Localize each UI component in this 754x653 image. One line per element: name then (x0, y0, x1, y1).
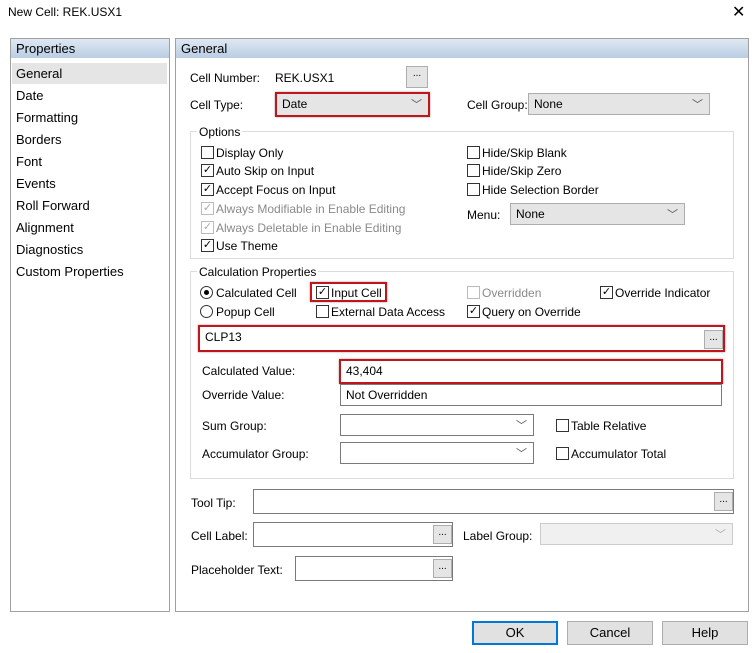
display-only-label: Display Only (216, 146, 284, 160)
hide-skip-zero-checkbox[interactable] (467, 164, 480, 177)
cell-label-input[interactable] (253, 522, 453, 547)
popup-cell-label: Popup Cell (216, 305, 275, 319)
placeholder-browse-button[interactable]: ... (433, 559, 452, 578)
window-title: New Cell: REK.USX1 (8, 5, 123, 19)
sidebar-item-date[interactable]: Date (12, 85, 167, 106)
cancel-button[interactable]: Cancel (567, 621, 653, 645)
sidebar-item-font[interactable]: Font (12, 151, 167, 172)
use-theme-label: Use Theme (216, 239, 278, 253)
override-value: Not Overridden (346, 388, 428, 402)
sum-group-label: Sum Group: (202, 419, 267, 433)
hide-selection-border-checkbox[interactable] (467, 183, 480, 196)
ok-button[interactable]: OK (472, 621, 558, 645)
display-only-checkbox[interactable] (201, 146, 214, 159)
cell-number-browse-button[interactable]: ... (406, 66, 428, 88)
accumulator-group-label: Accumulator Group: (202, 447, 309, 461)
sidebar-item-general[interactable]: General (12, 63, 167, 84)
cell-type-value: Date (282, 97, 308, 111)
formula-browse-button[interactable]: ... (704, 330, 723, 349)
accept-focus-checkbox[interactable]: ✓ (201, 183, 214, 196)
sidebar-item-diagnostics[interactable]: Diagnostics (12, 239, 167, 260)
cell-label-label: Cell Label: (191, 529, 248, 543)
cell-type-select[interactable]: Date ﹀ (275, 92, 430, 117)
sidebar-item-alignment[interactable]: Alignment (12, 217, 167, 238)
placeholder-text-input[interactable] (295, 556, 453, 581)
cell-group-value: None (534, 97, 563, 111)
hide-skip-zero-label: Hide/Skip Zero (482, 164, 562, 178)
formula-value: CLP13 (205, 330, 242, 344)
chevron-down-icon: ﹀ (516, 448, 527, 460)
use-theme-checkbox[interactable]: ✓ (201, 239, 214, 252)
overridden-label: Overridden (482, 286, 542, 300)
sidebar-item-roll-forward[interactable]: Roll Forward (12, 195, 167, 216)
tool-tip-input[interactable] (253, 489, 734, 514)
hide-skip-blank-label: Hide/Skip Blank (482, 146, 567, 160)
cell-type-label: Cell Type: (190, 98, 244, 112)
input-cell-label: Input Cell (331, 286, 382, 300)
sidebar-item-events[interactable]: Events (12, 173, 167, 194)
panel-header: General (176, 39, 748, 58)
chevron-down-icon: ﹀ (667, 209, 678, 221)
placeholder-text-label: Placeholder Text: (191, 563, 283, 577)
override-value-field[interactable]: Not Overridden (340, 384, 722, 406)
accumulator-group-select[interactable]: ﹀ (340, 442, 534, 464)
label-group-label: Label Group: (463, 529, 533, 543)
auto-skip-label: Auto Skip on Input (216, 164, 315, 178)
cell-label-browse-button[interactable]: ... (433, 525, 452, 544)
hide-selection-border-label: Hide Selection Border (482, 183, 599, 197)
calculated-value: 43,404 (346, 364, 383, 378)
override-indicator-label: Override Indicator (615, 286, 711, 300)
tool-tip-label: Tool Tip: (191, 496, 236, 510)
tool-tip-browse-button[interactable]: ... (714, 492, 733, 511)
chevron-down-icon: ﹀ (516, 420, 527, 432)
chevron-down-icon: ﹀ (715, 529, 726, 541)
always-modifiable-checkbox: ✓ (201, 202, 214, 215)
external-data-checkbox[interactable] (316, 305, 329, 318)
accumulator-total-label: Accumulator Total (571, 447, 667, 461)
auto-skip-checkbox[interactable]: ✓ (201, 164, 214, 177)
input-cell-checkbox[interactable]: ✓ (316, 286, 329, 299)
sidebar-item-custom-properties[interactable]: Custom Properties (12, 261, 167, 282)
label-group-select: ﹀ (540, 523, 733, 545)
calculated-cell-radio[interactable] (200, 286, 213, 299)
calculated-value-field: 43,404 (339, 359, 723, 384)
hide-skip-blank-checkbox[interactable] (467, 146, 480, 159)
sidebar-item-formatting[interactable]: Formatting (12, 107, 167, 128)
cell-number-label: Cell Number: (190, 71, 261, 85)
override-indicator-checkbox[interactable]: ✓ (600, 286, 613, 299)
menu-label: Menu: (467, 208, 501, 222)
menu-select[interactable]: None ﹀ (510, 203, 685, 225)
query-on-override-checkbox[interactable]: ✓ (467, 305, 480, 318)
cell-group-label: Cell Group: (467, 98, 528, 112)
accept-focus-label: Accept Focus on Input (216, 183, 336, 197)
help-button[interactable]: Help (662, 621, 748, 645)
overridden-checkbox (467, 286, 480, 299)
calculated-cell-label: Calculated Cell (216, 286, 297, 300)
external-data-label: External Data Access (331, 305, 446, 319)
sidebar-header: Properties (11, 39, 169, 58)
menu-value: None (516, 207, 545, 221)
always-deletable-label: Always Deletable in Enable Editing (216, 221, 402, 235)
popup-cell-radio[interactable] (200, 305, 213, 318)
override-value-label: Override Value: (202, 388, 285, 402)
options-legend: Options (197, 125, 243, 139)
cell-number-value: REK.USX1 (275, 71, 335, 85)
calculated-value-label: Calculated Value: (202, 364, 296, 378)
chevron-down-icon: ﹀ (411, 99, 422, 111)
table-relative-label: Table Relative (571, 419, 647, 433)
chevron-down-icon: ﹀ (692, 99, 703, 111)
sum-group-select[interactable]: ﹀ (340, 414, 534, 436)
always-deletable-checkbox: ✓ (201, 221, 214, 234)
formula-input[interactable]: CLP13 (198, 325, 725, 352)
cell-group-select[interactable]: None ﹀ (528, 93, 710, 115)
query-on-override-label: Query on Override (482, 305, 581, 319)
accumulator-total-checkbox[interactable] (556, 447, 569, 460)
sidebar-item-borders[interactable]: Borders (12, 129, 167, 150)
always-modifiable-label: Always Modifiable in Enable Editing (216, 202, 406, 216)
close-icon[interactable]: ✕ (732, 2, 745, 22)
calculation-legend: Calculation Properties (197, 265, 319, 279)
table-relative-checkbox[interactable] (556, 419, 569, 432)
